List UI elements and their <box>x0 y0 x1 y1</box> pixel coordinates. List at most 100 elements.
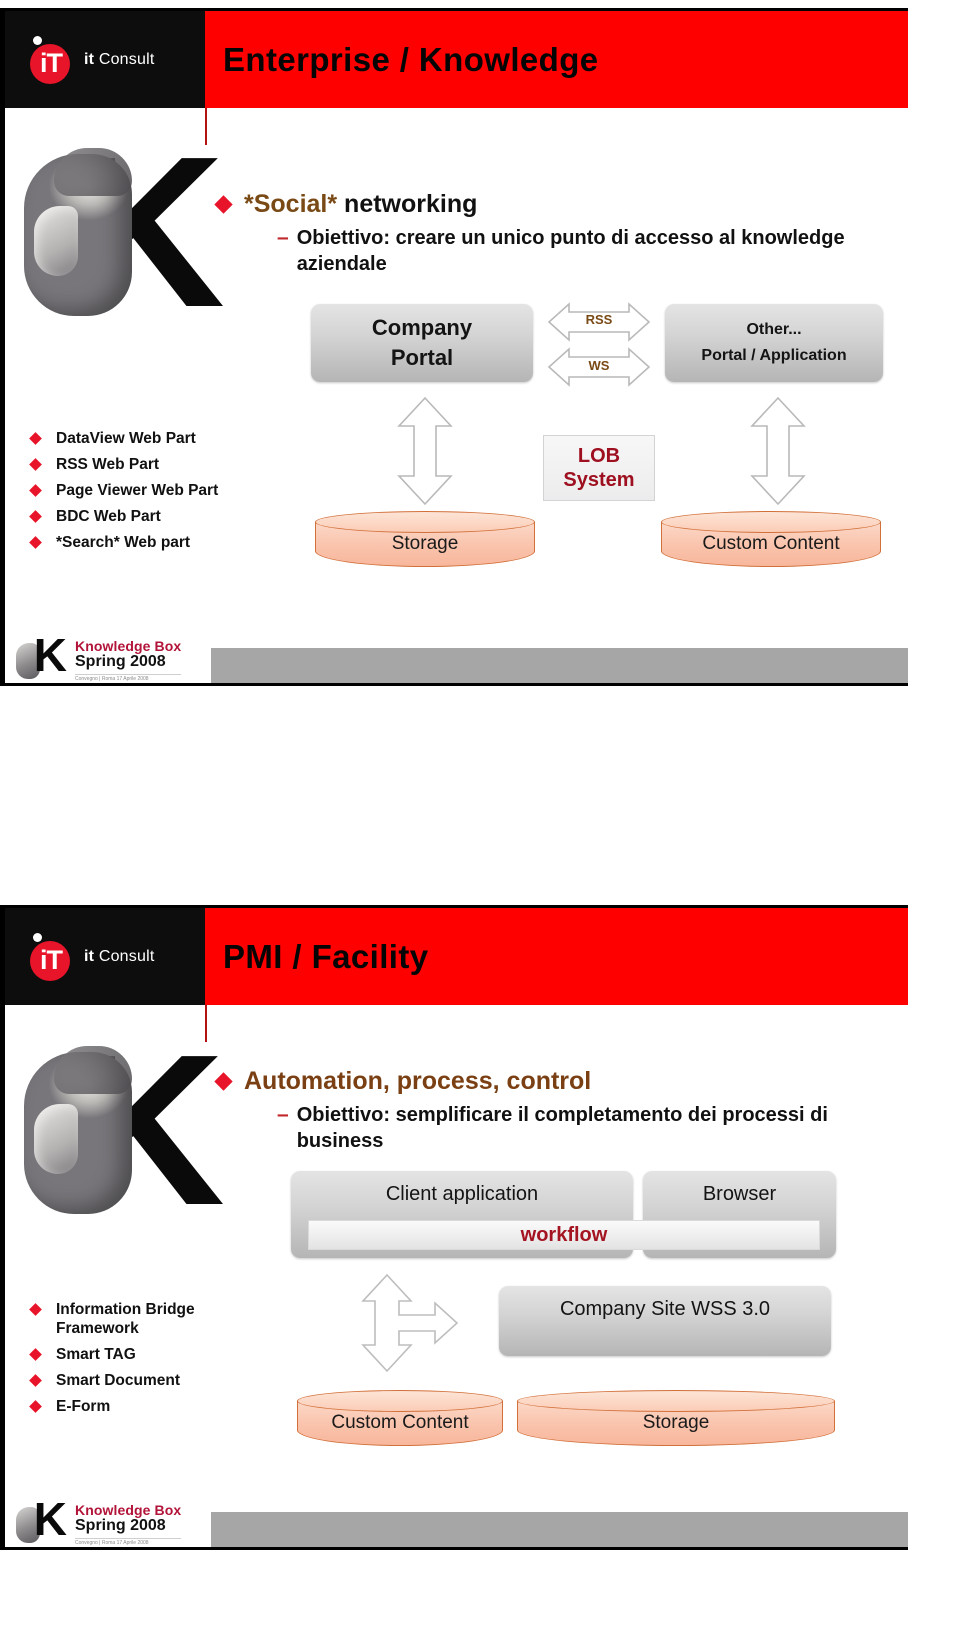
arrow-ws-label: WS <box>588 358 610 373</box>
slide1-title: Enterprise / Knowledge <box>223 40 599 78</box>
list-item: BDC Web Part <box>29 507 301 526</box>
footer-line3: Convegno | Roma 17 Aprile 2008 <box>75 1537 182 1546</box>
custom-content-label: Custom Content <box>331 1411 469 1433</box>
slide-enterprise-knowledge: iT it Consult Enterprise / Knowledge *So… <box>0 8 908 686</box>
diamond-bullet-icon <box>29 484 42 497</box>
company-portal-line1: Company <box>371 315 473 340</box>
slide2-side-item-1: Smart TAG <box>56 1346 136 1363</box>
dash-bullet-icon: – <box>277 1103 289 1126</box>
list-item: Page Viewer Web Part <box>29 481 301 500</box>
slide-pmi-facility: iT it Consult PMI / Facility Automation,… <box>0 905 908 1550</box>
footer-line2: Spring 2008 <box>75 1516 166 1534</box>
it-consult-wordmark: it Consult <box>84 51 154 69</box>
slide1-side-item-4: *Search* Web part <box>56 534 191 551</box>
knowledge-box-logo: K Knowledge Box Spring 2008 Convegno | R… <box>15 637 211 683</box>
slide1-bullet-1-label: *Social* networking <box>244 189 477 219</box>
lob-line1: LOB <box>577 445 621 467</box>
footer-bar <box>211 648 908 683</box>
list-item: *Search* Web part <box>29 533 301 552</box>
custom-content-cylinder[interactable]: Custom Content <box>297 1390 503 1446</box>
slide1-side-item-0: DataView Web Part <box>56 430 196 447</box>
brand-rest: Consult <box>94 947 155 965</box>
slide2-side-item-0: Information Bridge Framework <box>56 1301 195 1337</box>
footer-line2: Spring 2008 <box>75 652 166 670</box>
company-portal-box[interactable]: Company Portal <box>311 304 533 382</box>
it-consult-logo: iT it Consult <box>5 11 205 108</box>
slide2-side-list: Information Bridge Framework Smart TAG S… <box>29 1300 281 1423</box>
slide2-bullet-1-label: Automation, process, control <box>244 1067 592 1095</box>
three-way-arrow-icon <box>357 1273 477 1373</box>
storage-cylinder[interactable]: Storage <box>517 1390 835 1446</box>
slide1-title-rule <box>205 108 207 145</box>
workflow-label: workflow <box>520 1223 608 1246</box>
storage-label: Storage <box>642 1411 710 1433</box>
slide1-header: iT it Consult Enterprise / Knowledge <box>5 11 908 108</box>
diamond-bullet-icon <box>29 1374 42 1387</box>
storage-cylinder[interactable]: Storage <box>315 511 535 567</box>
custom-content-vertical-arrow-icon <box>750 396 806 506</box>
it-consult-logo: iT it Consult <box>5 908 205 1005</box>
slide1-subbullet-1-label: Obiettivo: creare un unico punto di acce… <box>296 227 845 275</box>
slide2-side-item-3: E-Form <box>56 1398 111 1415</box>
slide2-subbullet-1: – Obiettivo: semplificare il completamen… <box>277 1102 847 1154</box>
browser-label: Browser <box>702 1183 777 1205</box>
slide1-side-item-1: RSS Web Part <box>56 456 160 473</box>
slide1-bullet-1: *Social* networking <box>214 189 877 219</box>
list-item: Information Bridge Framework <box>29 1300 281 1338</box>
list-item: Smart Document <box>29 1371 281 1390</box>
diamond-bullet-icon <box>29 432 42 445</box>
slide1-side-item-3: BDC Web Part <box>56 508 161 525</box>
diamond-bullet-icon <box>29 510 42 523</box>
footer-line1: Knowledge Box <box>75 1501 182 1518</box>
slide1-bullet-1-accent: *Social* <box>244 190 338 218</box>
slide1-subbullet-1: – Obiettivo: creare un unico punto di ac… <box>277 225 857 277</box>
footer-line1: Knowledge Box <box>75 637 182 654</box>
slide1-side-list: DataView Web Part RSS Web Part Page View… <box>29 429 301 559</box>
diamond-bullet-icon <box>214 1072 233 1091</box>
slide1-side-item-2: Page Viewer Web Part <box>56 482 219 499</box>
knowledge-box-logo: K Knowledge Box Spring 2008 Convegno | R… <box>15 1501 211 1547</box>
it-logo-icon: iT <box>27 35 75 84</box>
company-site-label: Company Site WSS 3.0 <box>559 1298 771 1320</box>
other-line2: Portal / Application <box>701 347 847 364</box>
list-item: E-Form <box>29 1397 281 1416</box>
company-site-box[interactable]: Company Site WSS 3.0 <box>499 1286 831 1356</box>
list-item: DataView Web Part <box>29 429 301 448</box>
diamond-bullet-icon <box>29 1348 42 1361</box>
diamond-bullet-icon <box>214 195 233 214</box>
lob-line2: System <box>563 469 635 491</box>
dash-bullet-icon: – <box>277 226 289 249</box>
brand-bold: it <box>84 50 95 68</box>
storage-vertical-arrow-icon <box>397 396 453 506</box>
slide2-title-rule <box>205 1005 207 1042</box>
diamond-bullet-icon <box>29 458 42 471</box>
custom-content-cylinder[interactable]: Custom Content <box>661 511 881 567</box>
list-item: Smart TAG <box>29 1345 281 1364</box>
lob-system-box[interactable]: LOB System <box>543 435 655 501</box>
list-item: RSS Web Part <box>29 455 301 474</box>
slide1-main-bullets: *Social* networking – Obiettivo: creare … <box>214 189 877 277</box>
workflow-bar[interactable]: workflow <box>308 1220 820 1250</box>
custom-content-label: Custom Content <box>702 532 840 554</box>
diamond-bullet-icon <box>29 1400 42 1413</box>
knowledge-box-k-icon: K <box>15 1503 69 1545</box>
other-line1: Other... <box>746 321 802 338</box>
it-consult-wordmark: it Consult <box>84 948 154 966</box>
brand-bold: it <box>84 947 95 965</box>
slide1-bullet-1-rest: networking <box>337 190 478 218</box>
brand-rest: Consult <box>94 50 155 68</box>
slide2-footer: K Knowledge Box Spring 2008 Convegno | R… <box>5 1501 908 1547</box>
storage-label: Storage <box>391 532 459 554</box>
slide2-side-item-2: Smart Document <box>56 1372 181 1389</box>
it-logo-icon: iT <box>27 932 75 981</box>
diamond-bullet-icon <box>29 1303 42 1316</box>
slide2-title: PMI / Facility <box>223 937 429 975</box>
diamond-bullet-icon <box>29 536 42 549</box>
client-application-label: Client application <box>385 1183 539 1205</box>
footer-bar <box>211 1512 908 1547</box>
slide2-subbullet-1-label: Obiettivo: semplificare il completamento… <box>296 1104 828 1152</box>
other-portal-application-box[interactable]: Other... Portal / Application <box>665 304 883 382</box>
arrow-rss-label: RSS <box>585 312 613 327</box>
slide2-header: iT it Consult PMI / Facility <box>5 908 908 1005</box>
slide2-main-bullets: Automation, process, control – Obiettivo… <box>214 1066 877 1154</box>
